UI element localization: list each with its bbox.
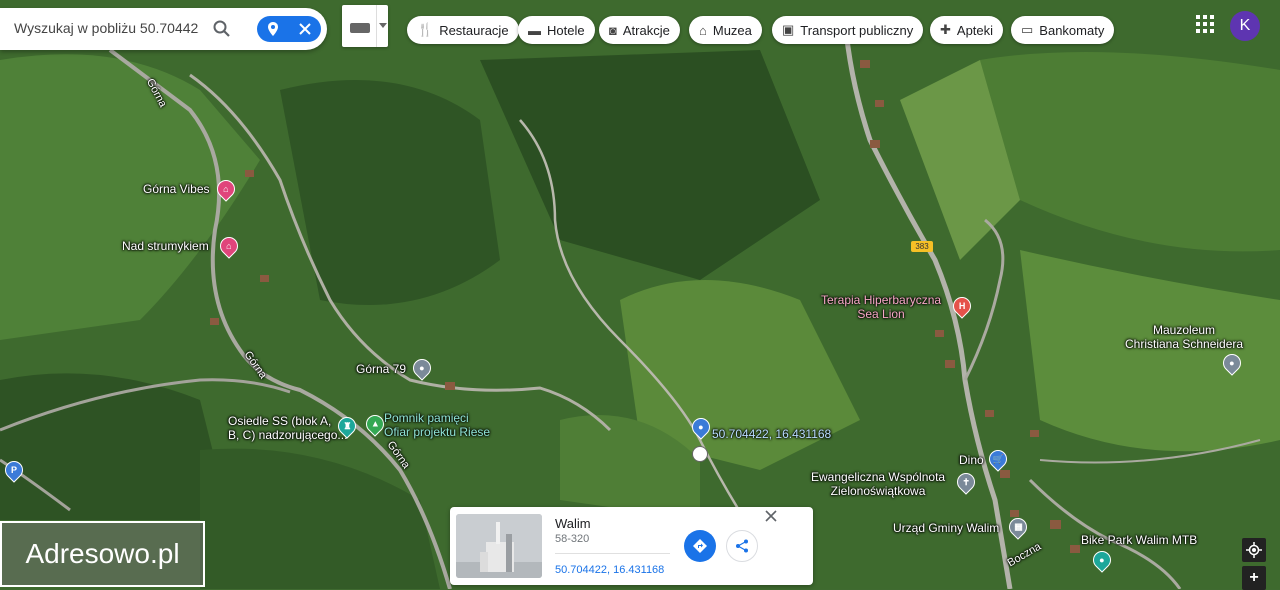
location-dot-icon: [692, 446, 708, 462]
place-label-mauzoleum-line-2: Christiana Schneidera: [1125, 337, 1244, 351]
dropped-pin-coords-label: 50.704422, 16.431168: [712, 427, 832, 441]
divider: [376, 5, 377, 47]
place-label-ewangeliczna[interactable]: Ewangeliczna Wspólnota Zielonoświątkowa: [811, 470, 945, 498]
close-icon[interactable]: [765, 509, 779, 523]
place-thumbnail[interactable]: [456, 514, 542, 578]
place-postal-code: 58-320: [555, 533, 590, 545]
place-label-terapia[interactable]: Terapia Hiperbaryczna Sea Lion: [821, 293, 941, 321]
place-label-mauzoleum[interactable]: Mauzoleum Christiana Schneidera: [1125, 323, 1243, 351]
place-label-ewangeliczna-line-1: Ewangeliczna Wspólnota: [811, 470, 946, 484]
close-icon[interactable]: [289, 16, 321, 42]
apps-grid-icon[interactable]: [1196, 15, 1214, 33]
chip-label: Muzea: [712, 22, 752, 38]
place-label-bike-park[interactable]: Bike Park Walim MTB: [1081, 533, 1197, 547]
chevron-down-icon[interactable]: [379, 23, 387, 28]
chip-apteki[interactable]: ✚ Apteki: [930, 16, 1004, 44]
place-label-pomnik-line-2: Ofiar projektu Riese: [384, 425, 491, 439]
place-label-nad-strumykiem[interactable]: Nad strumykiem: [122, 239, 209, 253]
pharmacy-icon: ✚: [940, 22, 951, 37]
bus-icon: ▣: [782, 22, 795, 37]
map-pin-icon[interactable]: [257, 16, 289, 42]
place-label-terapia-line-1: Terapia Hiperbaryczna: [821, 293, 942, 307]
adresowo-watermark: Adresowo.pl: [0, 521, 205, 587]
chip-atrakcje[interactable]: ◙ Atrakcje: [599, 16, 680, 44]
chip-label: Bankomaty: [1039, 22, 1105, 38]
divider: [555, 553, 670, 554]
my-location-icon: [1246, 542, 1262, 558]
place-label-gorna-79[interactable]: Górna 79: [356, 362, 406, 376]
place-label-gorna-vibes[interactable]: Górna Vibes: [143, 182, 210, 196]
place-label-dino[interactable]: Dino: [959, 453, 984, 467]
search-box[interactable]: [0, 8, 327, 50]
share-icon: [736, 539, 748, 553]
share-button[interactable]: [726, 530, 758, 562]
place-coordinates-link[interactable]: 50.704422, 16.431168: [555, 564, 664, 576]
input-tools-button[interactable]: [342, 5, 388, 47]
place-label-terapia-line-2: Sea Lion: [857, 307, 905, 321]
satellite-map[interactable]: Górna Vibes ⌂ Nad strumykiem ⌂ Górna Gór…: [0, 0, 1280, 589]
search-input[interactable]: [12, 19, 201, 37]
chip-label: Restauracje: [439, 22, 509, 38]
museum-icon: ⌂: [699, 22, 707, 38]
search-actions: [257, 16, 321, 42]
bed-icon: ▬: [528, 22, 541, 38]
account-avatar[interactable]: K: [1230, 11, 1260, 41]
chip-bankomaty[interactable]: ▭ Bankomaty: [1011, 16, 1115, 44]
directions-button[interactable]: [684, 530, 716, 562]
road-number-badge: 383: [911, 241, 933, 252]
chip-label: Atrakcje: [622, 22, 670, 38]
place-label-pomnik-line-1: Pomnik pamięci: [384, 411, 469, 425]
map-imagery: [0, 0, 1280, 589]
chip-label: Transport publiczny: [800, 22, 914, 38]
place-card[interactable]: Walim 58-320 50.704422, 16.431168: [450, 507, 813, 585]
directions-icon: [693, 539, 707, 553]
place-label-osiedle-line-1: Osiedle SS (blok A,: [228, 414, 332, 428]
camera-icon: ◙: [609, 22, 617, 38]
chip-label: Apteki: [956, 22, 994, 38]
place-label-mauzoleum-line-1: Mauzoleum: [1153, 323, 1216, 337]
place-title: Walim: [555, 516, 591, 531]
chip-restauracje[interactable]: 🍴 Restauracje: [407, 16, 519, 44]
place-label-osiedle[interactable]: Osiedle SS (blok A, B, C) nadzorującego.…: [228, 414, 347, 442]
chip-transport-publiczny[interactable]: ▣ Transport publiczny: [772, 16, 924, 44]
chip-muzea[interactable]: ⌂ Muzea: [689, 16, 762, 44]
place-label-urzad[interactable]: Urząd Gminy Walim: [893, 521, 999, 535]
place-label-pomnik[interactable]: Pomnik pamięci Ofiar projektu Riese: [384, 411, 490, 439]
chip-hotele[interactable]: ▬ Hotele: [518, 16, 595, 44]
atm-icon: ▭: [1021, 22, 1034, 37]
place-label-osiedle-line-2: B, C) nadzorującego...: [228, 428, 348, 442]
place-label-ewangeliczna-line-2: Zielonoświątkowa: [830, 484, 926, 498]
fork-knife-icon: 🍴: [417, 22, 434, 37]
keyboard-icon[interactable]: [350, 23, 370, 33]
zoom-in-button[interactable]: +: [1242, 566, 1266, 590]
chip-label: Hotele: [547, 22, 585, 38]
search-icon[interactable]: [212, 19, 232, 39]
my-location-button[interactable]: [1242, 538, 1266, 562]
